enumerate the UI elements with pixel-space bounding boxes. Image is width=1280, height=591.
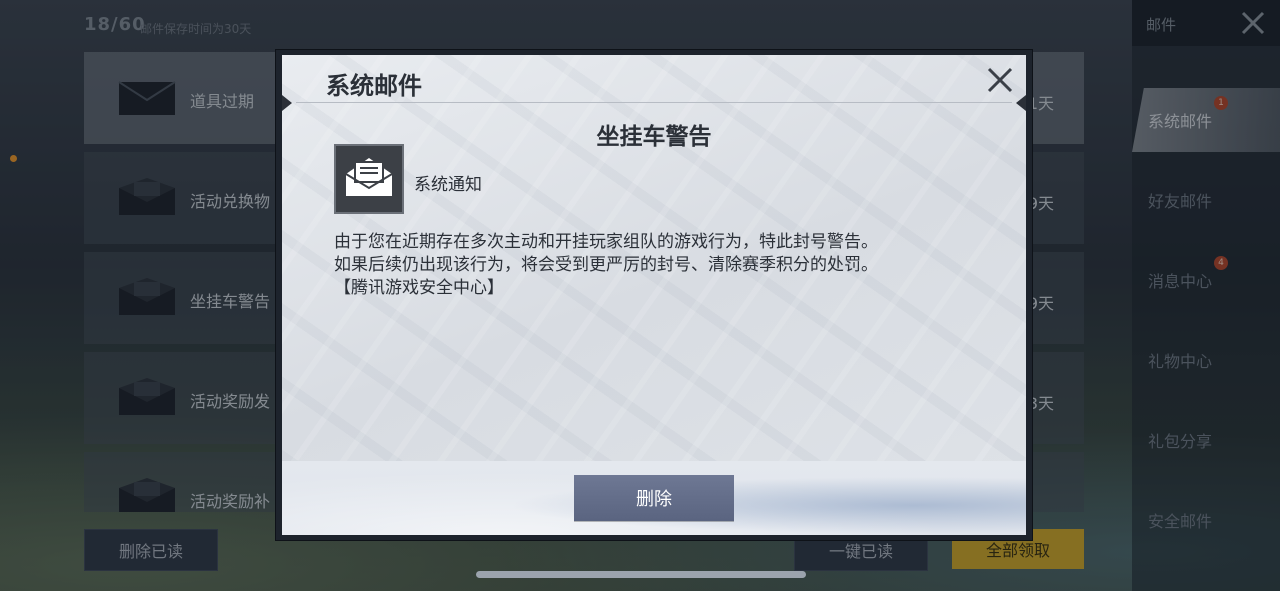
header-notch-right xyxy=(1016,95,1026,111)
mail-body-line: 由于您在近期存在多次主动和开挂玩家组队的游戏行为，特此封号警告。 xyxy=(334,232,878,252)
dialog-panel: 系统邮件 坐挂车警告 系统通知 由于您在近期存在多次主动和开挂玩家组队的游戏行为… xyxy=(282,55,1026,535)
header-notch-left xyxy=(282,95,292,111)
close-icon[interactable] xyxy=(984,64,1016,96)
mail-detail-dialog: 系统邮件 坐挂车警告 系统通知 由于您在近期存在多次主动和开挂玩家组队的游戏行为… xyxy=(276,50,1032,540)
delete-button[interactable]: 删除 xyxy=(574,475,734,521)
sender-avatar xyxy=(334,144,404,214)
open-mail-icon xyxy=(345,158,393,196)
mail-body-line: 【腾讯游戏安全中心】 xyxy=(334,278,504,298)
game-screen: 18/60 邮件保存时间为30天 道具过期 1天 活动兑换物 9天 坐挂车警告 … xyxy=(0,0,1280,591)
dialog-header: 系统邮件 xyxy=(282,55,1026,105)
header-divider xyxy=(296,102,1012,103)
dialog-title: 系统邮件 xyxy=(326,72,422,100)
home-indicator[interactable] xyxy=(476,571,806,578)
mail-body-line: 如果后续仍出现该行为，将会受到更严厉的封号、清除赛季积分的处罚。 xyxy=(334,255,878,275)
sender-name: 系统通知 xyxy=(414,175,482,195)
dialog-footer: 删除 xyxy=(282,461,1026,535)
mail-body: 由于您在近期存在多次主动和开挂玩家组队的游戏行为，特此封号警告。 如果后续仍出现… xyxy=(334,231,994,300)
